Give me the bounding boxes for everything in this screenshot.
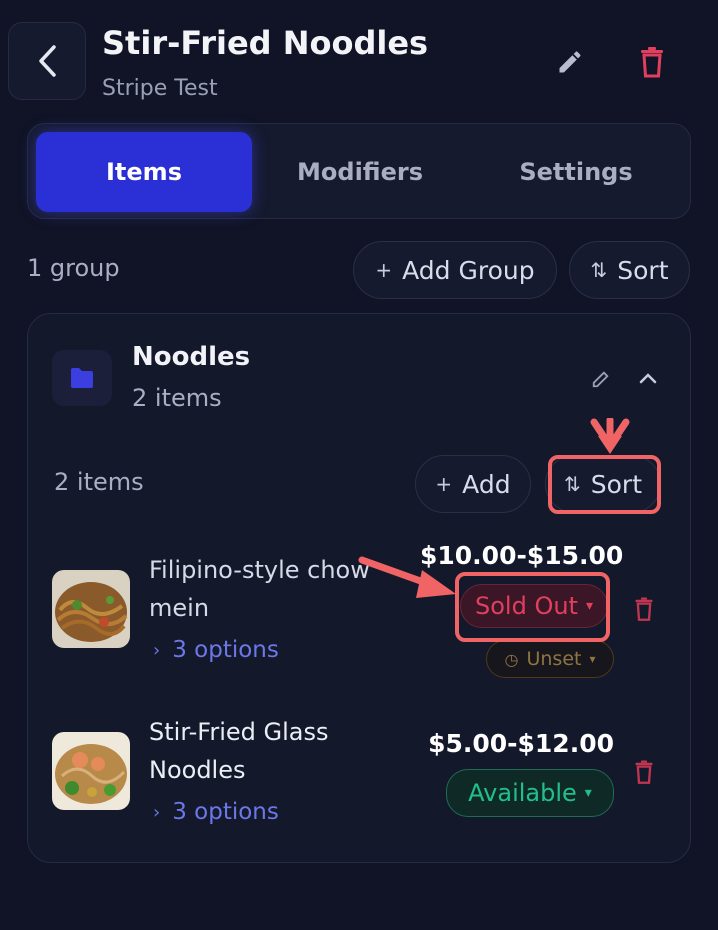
group-count: 1 group — [27, 254, 120, 282]
pencil-icon — [592, 371, 609, 388]
noodles-photo — [52, 570, 130, 648]
delete-button[interactable] — [634, 42, 670, 82]
item-thumbnail[interactable] — [52, 570, 130, 648]
page-subtitle: Stripe Test — [102, 76, 218, 101]
status-label: Available — [468, 779, 577, 807]
edit-button[interactable] — [552, 44, 588, 80]
edit-group-button[interactable] — [588, 364, 616, 392]
plus-icon: + — [435, 472, 453, 496]
trash-icon — [635, 597, 653, 621]
item-thumbnail[interactable] — [52, 732, 130, 810]
items-count: 2 items — [54, 468, 144, 496]
item-options-label: 3 options — [172, 799, 279, 825]
tab-bar: Items Modifiers Settings — [27, 123, 691, 219]
tab-settings[interactable]: Settings — [468, 132, 684, 212]
chevron-down-icon: ▾ — [584, 785, 592, 801]
chevron-up-icon — [639, 373, 657, 384]
item-name-line1[interactable]: Filipino-style chow — [149, 551, 370, 589]
annotation-arrow-down-icon — [590, 418, 630, 454]
annotation-highlight-sort — [548, 455, 661, 514]
add-group-button[interactable]: + Add Group — [353, 241, 557, 299]
folder-icon — [71, 368, 93, 388]
item-options-label: 3 options — [172, 637, 279, 663]
trash-icon — [635, 760, 653, 784]
item-price: $5.00-$12.00 — [428, 729, 614, 758]
item-options-toggle[interactable]: › 3 options — [153, 637, 279, 663]
chevron-left-icon — [39, 45, 56, 77]
item-name-line2[interactable]: mein — [149, 589, 209, 627]
chevron-right-icon: › — [153, 801, 161, 823]
status-dropdown-available[interactable]: Available ▾ — [446, 769, 614, 817]
schedule-dropdown[interactable]: ◷ Unset ▾ — [486, 640, 614, 678]
plus-icon: + — [375, 258, 393, 282]
tab-modifiers[interactable]: Modifiers — [252, 132, 468, 212]
back-button[interactable] — [8, 22, 86, 100]
annotation-arrow-right-icon — [358, 556, 456, 598]
pencil-icon — [559, 51, 581, 73]
delete-item-button[interactable] — [631, 757, 657, 787]
item-name-line1[interactable]: Stir-Fried Glass — [149, 713, 329, 751]
group-item-count: 2 items — [132, 384, 222, 412]
chevron-down-icon: ▾ — [589, 652, 596, 666]
clock-icon: ◷ — [504, 649, 519, 669]
sort-groups-label: Sort — [617, 255, 669, 285]
sort-groups-button[interactable]: ⇅ Sort — [569, 241, 690, 299]
add-group-label: Add Group — [402, 255, 535, 285]
chevron-right-icon: › — [153, 639, 161, 661]
annotation-highlight-sold-out — [455, 572, 610, 642]
collapse-group-button[interactable] — [634, 364, 662, 392]
item-options-toggle[interactable]: › 3 options — [153, 799, 279, 825]
group-name: Noodles — [132, 342, 251, 372]
trash-icon — [641, 47, 663, 78]
glass-noodles-photo — [52, 732, 130, 810]
page-title: Stir-Fried Noodles — [102, 24, 429, 62]
folder-icon-box — [52, 350, 112, 406]
delete-item-button[interactable] — [631, 594, 657, 624]
tab-items[interactable]: Items — [36, 132, 252, 212]
item-name-line2[interactable]: Noodles — [149, 751, 246, 789]
add-item-label: Add — [462, 469, 511, 499]
schedule-label: Unset — [526, 648, 582, 670]
sort-icon: ⇅ — [590, 258, 608, 282]
add-item-button[interactable]: + Add — [415, 455, 531, 513]
